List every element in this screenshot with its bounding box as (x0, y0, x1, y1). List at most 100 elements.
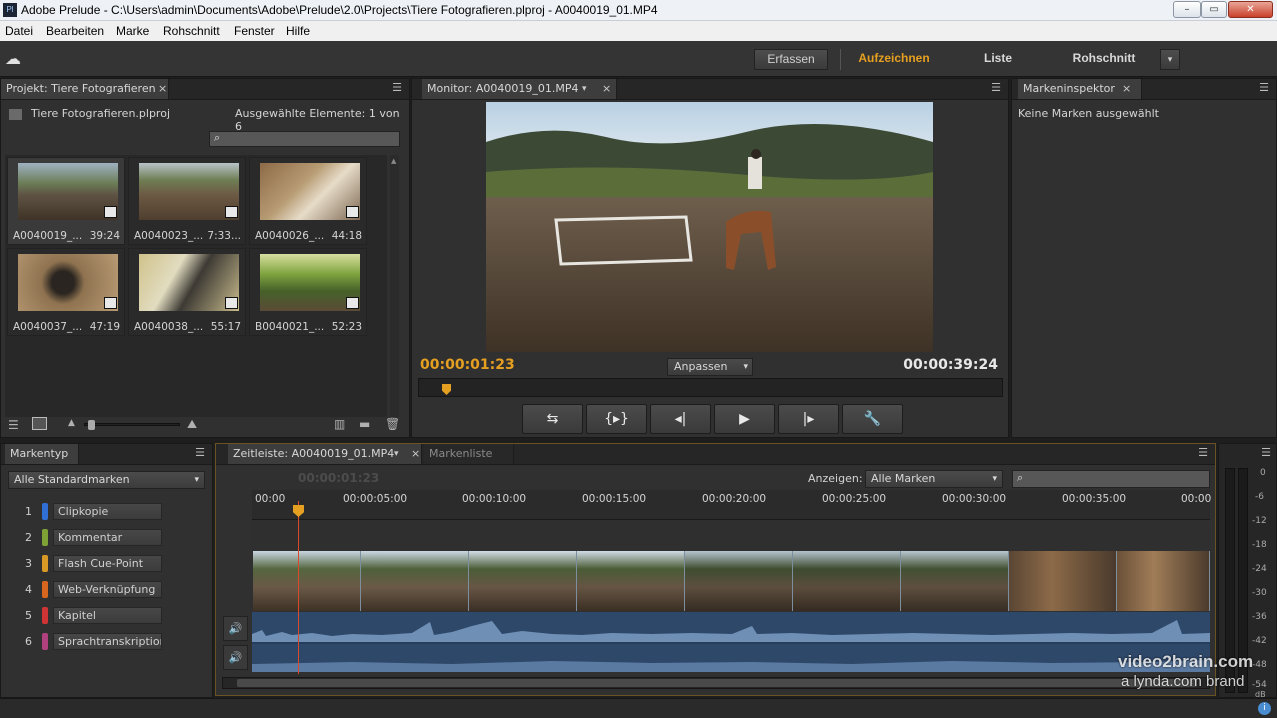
tab-marker-type[interactable]: Markentyp (5, 444, 79, 464)
menu-marke[interactable]: Marke (116, 24, 149, 38)
panel-menu-icon[interactable]: ☰ (1256, 81, 1272, 95)
meter-tick: -24 (1252, 564, 1267, 574)
workspace-menu-chevron-icon[interactable]: ▾ (1160, 49, 1180, 70)
chevron-down-icon[interactable]: ▾ (394, 444, 399, 464)
menu-bearbeiten[interactable]: Bearbeiten (46, 24, 104, 38)
new-bin-icon[interactable]: ▬ (359, 417, 370, 431)
icon-view-icon[interactable] (32, 417, 47, 430)
marker-number: 2 (25, 531, 32, 544)
menu-fenster[interactable]: Fenster (234, 24, 275, 38)
panel-menu-icon[interactable]: ☰ (988, 81, 1004, 95)
timeline-scrollbar[interactable] (222, 677, 1210, 689)
tab-project-label: Projekt: Tiere Fotografieren (6, 82, 156, 95)
rough-cut-icon[interactable]: ▥ (334, 417, 345, 431)
playhead-line[interactable] (298, 501, 299, 674)
chevron-down-icon[interactable]: ▾ (582, 79, 587, 99)
play-button[interactable]: ▶ (714, 404, 775, 434)
info-icon[interactable]: i (1258, 702, 1271, 715)
meter-tick: -36 (1252, 612, 1267, 622)
panel-menu-icon[interactable]: ☰ (1195, 446, 1211, 460)
loop-button[interactable]: ⇆ (522, 404, 583, 434)
step-back-button[interactable]: ◂| (650, 404, 711, 434)
divider (840, 49, 841, 70)
thumbnail-size-slider[interactable] (84, 420, 180, 430)
tab-marker-list[interactable]: Markenliste (424, 444, 514, 464)
monitor-scrub-bar[interactable] (418, 378, 1003, 397)
marker-track[interactable] (252, 521, 1210, 551)
step-forward-button[interactable]: |▸ (778, 404, 839, 434)
panel-menu-icon[interactable]: ☰ (192, 446, 208, 460)
menu-hilfe[interactable]: Hilfe (286, 24, 310, 38)
marker-type-clipkopie[interactable]: 1 Clipkopie (1, 502, 201, 522)
marker-type-flash-cue-point[interactable]: 3 Flash Cue-Point (1, 554, 201, 574)
workspace-aufzeichnen-tab[interactable]: Aufzeichnen (852, 49, 936, 70)
marker-type-web-link[interactable]: 4 Web-Verknüpfung (1, 580, 201, 600)
tab-timeline[interactable]: Zeitleiste: A0040019_01.MP4 ▾ × (228, 444, 422, 464)
marker-type-button[interactable]: Flash Cue-Point (53, 555, 162, 572)
marker-type-button[interactable]: Web-Verknüpfung (53, 581, 162, 598)
marker-type-kapitel[interactable]: 5 Kapitel (1, 606, 201, 626)
close-icon[interactable]: × (411, 444, 420, 464)
video-track[interactable] (253, 551, 1210, 611)
maximize-button[interactable]: ▭ (1201, 1, 1227, 18)
creative-cloud-icon[interactable]: ☁ (5, 50, 25, 68)
close-icon[interactable]: × (158, 79, 167, 99)
settings-wrench-button[interactable]: 🔧 (842, 404, 903, 434)
scroll-up-icon[interactable]: ▲ (391, 157, 398, 165)
clip-thumbnail[interactable]: A0040038_... 55:17 (128, 248, 246, 336)
zoom-in-icon[interactable]: ⛰ (187, 417, 197, 432)
clip-thumbnail[interactable]: A0040037_... 47:19 (7, 248, 125, 336)
window-title: Adobe Prelude - C:\Users\admin\Documents… (21, 3, 658, 17)
zoom-out-icon[interactable]: ▲ (68, 418, 75, 428)
fit-dropdown[interactable]: Anpassen ▾ (667, 358, 753, 376)
trash-icon[interactable]: 🗑 (385, 417, 400, 431)
panel-menu-icon[interactable]: ☰ (1258, 446, 1274, 460)
video-frame-thumb (1009, 551, 1117, 611)
marker-type-kommentar[interactable]: 2 Kommentar (1, 528, 201, 548)
current-timecode[interactable]: 00:00:01:23 (420, 357, 515, 373)
play-in-out-button[interactable]: {▸} (586, 404, 647, 434)
video-frame-image (486, 102, 933, 352)
panel-menu-icon[interactable]: ☰ (389, 81, 405, 95)
close-icon[interactable]: × (1122, 79, 1131, 99)
playhead-marker-icon[interactable] (442, 384, 451, 395)
tab-project[interactable]: Projekt: Tiere Fotografieren × (1, 79, 169, 99)
project-panel: Projekt: Tiere Fotografieren × ☰ Tiere Fo… (0, 78, 410, 438)
workspace-liste-tab[interactable]: Liste (974, 49, 1022, 70)
audio-mute-icon[interactable]: 🔊 (223, 645, 248, 670)
slider-handle[interactable] (88, 420, 95, 430)
marker-type-button[interactable]: Kommentar (53, 529, 162, 546)
chevron-down-icon: ▾ (992, 474, 997, 484)
menu-rohschnitt[interactable]: Rohschnitt (163, 24, 220, 38)
scrollbar-thumb[interactable] (237, 679, 1197, 687)
project-scrollbar[interactable]: ▲ (390, 155, 399, 417)
clip-thumbnail[interactable]: A0040023_... 7:33... (128, 157, 246, 245)
workspace-bar: ☁ Erfassen Aufzeichnen Liste Rohschnitt … (0, 41, 1277, 77)
tab-marker-inspector[interactable]: Markeninspektor × (1018, 79, 1142, 99)
project-search-input[interactable]: ⌕ (209, 131, 400, 147)
close-icon[interactable]: × (602, 79, 611, 99)
meter-tick: -12 (1252, 516, 1267, 526)
audio-track[interactable] (252, 612, 1210, 672)
film-icon (225, 206, 238, 218)
marker-type-button[interactable]: Kapitel (53, 607, 162, 624)
marker-type-speech-transcription[interactable]: 6 Sprachtranskription (1, 632, 201, 652)
clip-thumbnail[interactable]: A0040019_... 39:24 (7, 157, 125, 245)
timeline-search-input[interactable]: ⌕ (1012, 470, 1210, 488)
workspace-rohschnitt-tab[interactable]: Rohschnitt (1062, 49, 1146, 70)
clip-thumbnail[interactable]: A0040026_... 44:18 (249, 157, 367, 245)
menu-datei[interactable]: Datei (5, 24, 33, 38)
audio-mute-icon[interactable]: 🔊 (223, 616, 248, 641)
minimize-button[interactable]: – (1173, 1, 1201, 18)
marker-filter-dropdown[interactable]: Alle Standardmarken ▾ (8, 471, 205, 489)
workspace-erfassen-button[interactable]: Erfassen (754, 49, 828, 70)
tab-monitor[interactable]: Monitor: A0040019_01.MP4 ▾ × (422, 79, 617, 99)
marker-type-button[interactable]: Sprachtranskription (53, 633, 162, 650)
clip-thumbnail[interactable]: B0040021_... 52:23 (249, 248, 367, 336)
timeline-tab-bar: Zeitleiste: A0040019_01.MP4 ▾ × Markenlist… (216, 444, 1215, 465)
show-markers-dropdown[interactable]: Alle Marken ▾ (865, 470, 1003, 488)
list-view-icon[interactable]: ☰ (8, 418, 19, 432)
marker-type-button[interactable]: Clipkopie (53, 503, 162, 520)
video-frame[interactable] (486, 102, 933, 352)
close-window-button[interactable]: ✕ (1228, 1, 1273, 18)
